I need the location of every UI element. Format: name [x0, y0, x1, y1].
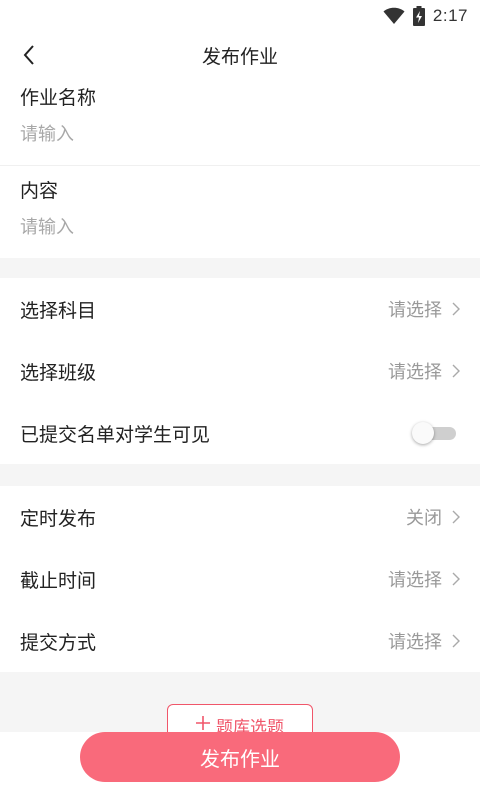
- chevron-right-icon: [452, 510, 460, 524]
- homework-name-field: 作业名称: [0, 78, 480, 166]
- homework-name-label: 作业名称: [20, 87, 97, 109]
- deadline-row[interactable]: 截止时间 请选择: [0, 548, 480, 610]
- select-class-label: 选择班级: [20, 361, 97, 384]
- chevron-right-icon: [452, 302, 460, 316]
- select-subject-label: 选择科目: [20, 299, 97, 322]
- deadline-label: 截止时间: [20, 569, 97, 592]
- chevron-right-icon: [452, 364, 460, 378]
- content-label: 内容: [20, 180, 59, 202]
- select-class-value: 请选择: [388, 362, 442, 383]
- back-arrow-icon: [23, 45, 34, 65]
- submit-method-row[interactable]: 提交方式 请选择: [0, 610, 480, 672]
- toggle-thumb: [412, 422, 434, 444]
- select-subject-value: 请选择: [388, 300, 442, 321]
- chevron-right-icon: [452, 634, 460, 648]
- timed-publish-row[interactable]: 定时发布 关闭: [0, 486, 480, 548]
- bottom-bar: 发布作业: [0, 732, 480, 800]
- visible-list-row: 已提交名单对学生可见: [0, 402, 480, 464]
- select-class-row[interactable]: 选择班级 请选择: [0, 340, 480, 402]
- page-title: 发布作业: [201, 45, 278, 68]
- wifi-icon: [383, 7, 405, 25]
- submit-method-value: 请选择: [388, 632, 442, 653]
- publish-button[interactable]: 发布作业: [80, 732, 400, 782]
- submit-method-label: 提交方式: [20, 631, 97, 654]
- back-button[interactable]: [14, 40, 44, 70]
- battery-charging-icon: [412, 6, 425, 26]
- section-divider: [0, 258, 480, 278]
- status-time: 2:17: [432, 6, 468, 25]
- timed-publish-value: 关闭: [406, 508, 442, 529]
- section-divider: [0, 464, 480, 486]
- question-bank-area: 题库选题: [0, 672, 480, 746]
- homework-name-input[interactable]: [20, 124, 460, 145]
- chevron-right-icon: [452, 572, 460, 586]
- deadline-value: 请选择: [388, 570, 442, 591]
- visible-list-toggle[interactable]: [412, 422, 456, 444]
- select-subject-row[interactable]: 选择科目 请选择: [0, 278, 480, 340]
- nav-bar: 发布作业: [0, 32, 480, 78]
- timed-publish-label: 定时发布: [20, 507, 97, 530]
- content-field: 内容: [0, 166, 480, 258]
- status-bar: 2:17: [0, 0, 480, 32]
- content-input[interactable]: [20, 217, 460, 238]
- visible-list-label: 已提交名单对学生可见: [20, 423, 211, 446]
